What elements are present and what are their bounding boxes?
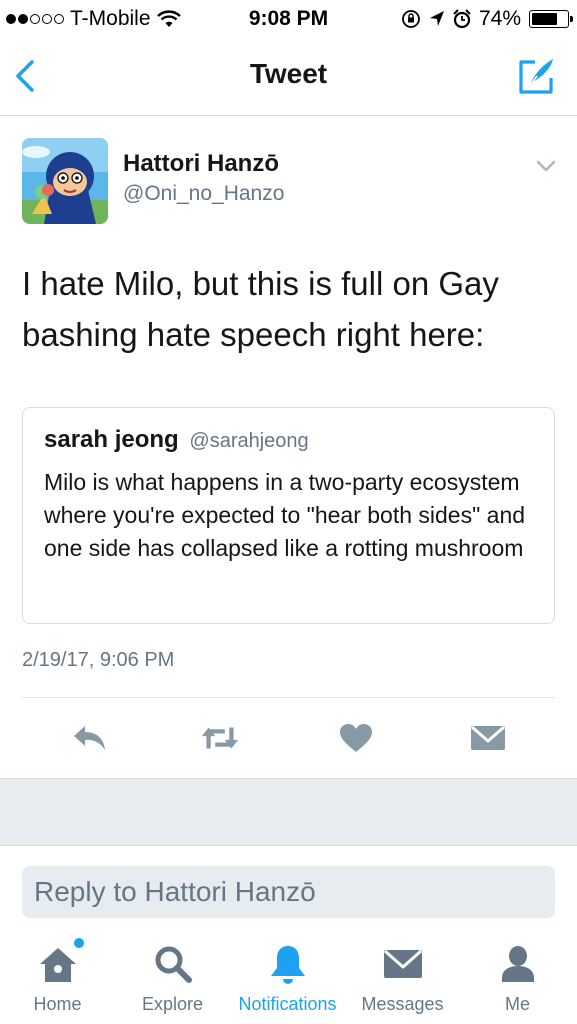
compose-icon <box>519 59 553 94</box>
tab-label: Me <box>504 994 530 1014</box>
author-name[interactable]: Hattori Hanzō <box>123 150 279 178</box>
tab-explore[interactable]: Explore <box>115 942 230 1015</box>
battery-icon <box>529 10 573 28</box>
quoted-author-handle: @sarahjeong <box>189 430 309 452</box>
tab-messages[interactable]: Messages <box>345 942 460 1015</box>
status-indicators: 74% <box>401 7 573 31</box>
avatar-image <box>22 138 108 224</box>
person-icon <box>496 942 540 986</box>
tab-me[interactable]: Me <box>460 942 575 1015</box>
quoted-tweet-text: Milo is what happens in a two-party ecos… <box>44 469 526 561</box>
tweet-timestamp: 2/19/17, 9:06 PM <box>22 649 175 671</box>
author-handle[interactable]: @Oni_no_Hanzo <box>123 182 284 206</box>
tab-label: Notifications <box>238 994 337 1014</box>
alarm-icon <box>453 9 471 29</box>
envelope-icon <box>381 942 425 986</box>
rotation-lock-icon <box>402 10 420 28</box>
bell-icon <box>266 942 310 986</box>
compose-button[interactable] <box>515 54 559 98</box>
search-icon <box>151 942 195 986</box>
reply-icon <box>74 726 105 750</box>
reply-placeholder: Reply to Hattori Hanzō <box>34 876 316 907</box>
retweet-icon <box>201 727 239 749</box>
reply-input[interactable]: Reply to Hattori Hanzō <box>22 866 555 918</box>
location-icon <box>429 11 444 26</box>
quoted-tweet[interactable]: sarah jeong @sarahjeong Milo is what hap… <box>22 407 555 624</box>
retweet-button[interactable] <box>200 720 240 756</box>
direct-message-button[interactable] <box>468 720 508 756</box>
status-bar: T-Mobile 9:08 PM 74% <box>0 0 577 40</box>
tweet-text: I hate Milo, but this is full on Gay bas… <box>22 265 499 353</box>
tab-notifications[interactable]: Notifications <box>230 942 345 1015</box>
quoted-tweet-header: sarah jeong @sarahjeong <box>44 426 309 454</box>
home-icon <box>36 938 84 986</box>
author-avatar[interactable] <box>22 138 108 224</box>
tab-label: Messages <box>361 994 444 1014</box>
unread-dot <box>73 938 84 948</box>
tab-label: Home <box>33 994 82 1014</box>
tweet-actions <box>0 698 577 778</box>
like-button[interactable] <box>336 720 376 756</box>
battery-level <box>532 13 558 25</box>
page-title: Tweet <box>249 58 328 89</box>
chevron-down-icon <box>536 160 556 172</box>
battery-percentage: 74% <box>478 7 521 30</box>
quoted-author-name: sarah jeong <box>44 426 179 453</box>
envelope-icon <box>471 725 505 750</box>
separator-band <box>0 778 577 846</box>
navigation-bar: Tweet <box>0 40 577 116</box>
tab-bar: Home Explore Notifications Messages Me <box>0 930 577 1024</box>
heart-icon <box>340 724 372 752</box>
reply-button[interactable] <box>70 720 110 756</box>
tab-home[interactable]: Home <box>0 938 115 1015</box>
tweet-options-button[interactable] <box>534 158 558 174</box>
tab-label: Explore <box>141 994 204 1014</box>
